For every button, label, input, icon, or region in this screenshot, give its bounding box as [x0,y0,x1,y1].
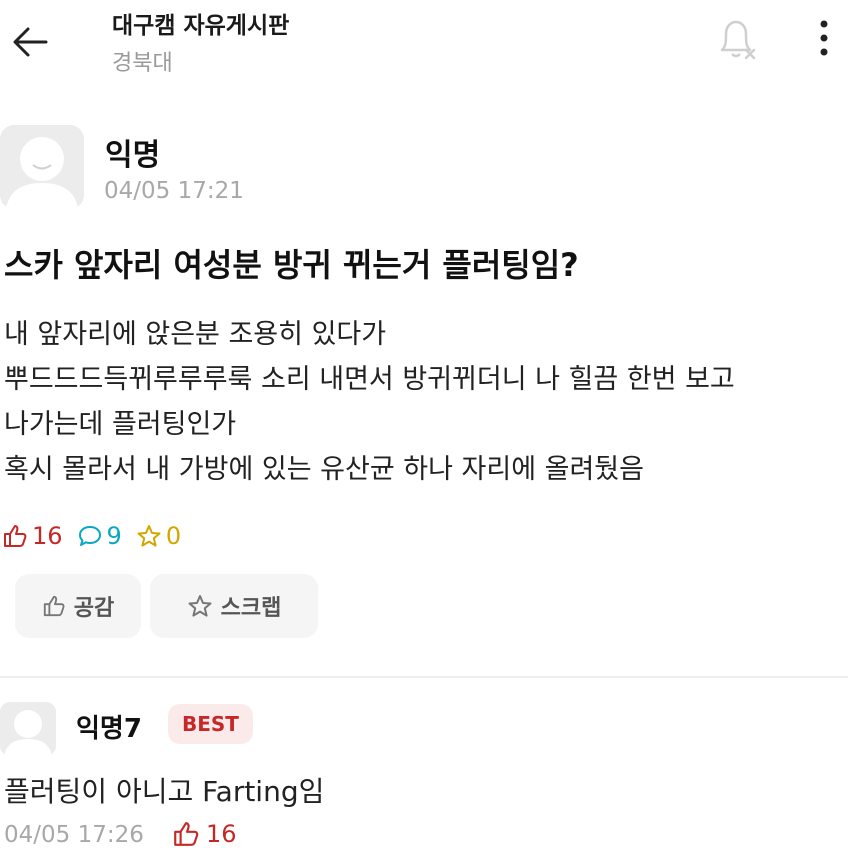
post-author: 익명 [105,138,161,173]
avatar [0,125,84,209]
more-options-button[interactable] [806,14,842,62]
star-icon [188,595,212,617]
like-button[interactable]: 공감 [15,574,141,638]
post-stats: 16 9 0 [2,520,195,552]
scrap-count-value: 0 [165,522,182,550]
comment-avatar [0,702,56,756]
star-icon [137,525,161,547]
like-button-label: 공감 [73,596,115,621]
comment-author: 익명7 [76,714,142,744]
section-divider [0,676,848,678]
more-vertical-icon [820,20,828,56]
board-title: 대구캠 자유게시판 [112,13,290,39]
comment-count: 9 [77,522,122,550]
thumbs-up-icon [43,595,65,617]
board-subtitle: 경북대 [112,51,173,76]
comment-like-count[interactable]: 16 [172,820,237,848]
best-badge: BEST [168,704,253,744]
scrap-count: 0 [136,522,181,550]
comment-count-value: 9 [106,522,122,550]
default-avatar-icon [6,137,78,209]
notification-toggle[interactable] [712,14,760,62]
comment-body: 플러팅이 아니고 Farting임 [4,775,325,808]
post-body-line: 내 앞자리에 앉은분 조용히 있다가 [4,319,387,350]
post-timestamp: 04/05 17:21 [104,178,244,204]
scrap-button[interactable]: 스크랩 [150,574,318,638]
post-body-line: 뿌드드드득뀌루루루룩 소리 내면서 방귀뀌더니 나 힐끔 한번 보고 [4,364,735,395]
like-count: 16 [2,522,63,550]
scrap-button-label: 스크랩 [220,596,282,621]
default-avatar-icon [4,710,52,756]
comment-timestamp: 04/05 17:26 [4,822,144,848]
thumbs-up-icon [4,525,27,547]
back-button[interactable] [8,20,52,64]
post-body: 내 앞자리에 앉은분 조용히 있다가 뿌드드드득뀌루루루룩 소리 내면서 방귀뀌… [4,312,735,492]
bell-off-icon [720,20,756,60]
thumbs-up-icon [174,822,199,846]
comment-like-value: 16 [206,820,237,848]
comment-bubble-icon [78,526,101,546]
post-body-line: 나가는데 플러팅인가 [4,409,237,440]
post-body-line: 혹시 몰라서 내 가방에 있는 유산균 하나 자리에 올려뒀음 [4,454,644,485]
arrow-left-icon [13,27,48,57]
like-count-value: 16 [32,522,63,550]
post-title: 스카 앞자리 여성분 방귀 뀌는거 플러팅임? [4,246,579,284]
